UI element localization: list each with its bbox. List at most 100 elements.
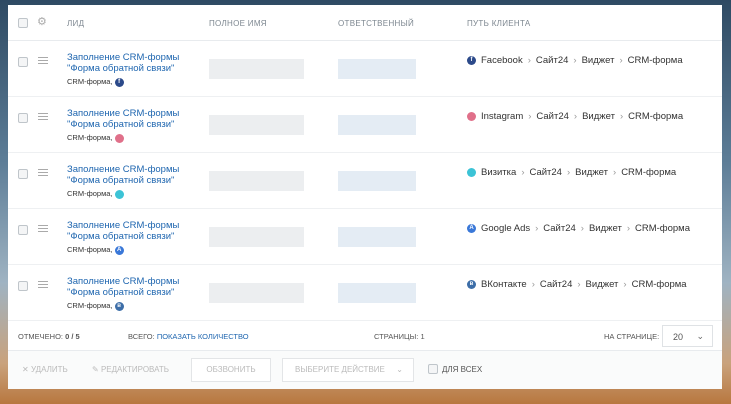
table-row[interactable]: Заполнение CRM-формы "Форма обратной связ… <box>8 97 722 153</box>
channel-icon <box>467 168 476 177</box>
show-count-link[interactable]: ПОКАЗАТЬ КОЛИЧЕСТВО <box>157 332 249 341</box>
gear-icon[interactable]: ⚙ <box>37 15 47 28</box>
for-all-checkbox[interactable] <box>428 364 438 374</box>
lead-title-line1: Заполнение CRM-формы <box>67 276 180 287</box>
chevron-right-icon: › <box>573 55 577 66</box>
column-lead[interactable]: ЛИД <box>67 19 84 28</box>
client-path: f Facebook › Сайт24 › Виджет › CRM-форма <box>467 55 683 66</box>
grid-footer: ОТМЕЧЕНО: 0 / 5 ВСЕГО: ПОКАЗАТЬ КОЛИЧЕСТ… <box>8 318 722 351</box>
chevron-right-icon: › <box>531 279 535 290</box>
row-menu-icon[interactable] <box>38 281 48 288</box>
select-all-checkbox[interactable] <box>18 18 28 28</box>
responsible-redacted <box>338 283 416 303</box>
full-name-redacted <box>209 115 304 135</box>
grid-header: ⚙ ЛИД ПОЛНОЕ ИМЯ ОТВЕТСТВЕННЫЙ ПУТЬ КЛИЕ… <box>8 5 722 41</box>
lead-source: CRM-форма, A <box>67 244 179 255</box>
path-step: Сайт24 <box>529 167 562 178</box>
row-menu-icon[interactable] <box>38 169 48 176</box>
table-row[interactable]: Заполнение CRM-формы "Форма обратной связ… <box>8 209 722 265</box>
per-page-select[interactable]: 20 ⌄ <box>662 325 713 347</box>
path-step: Виджет <box>582 111 615 122</box>
path-step: CRM-форма <box>635 223 690 234</box>
channel-icon: в <box>114 301 124 311</box>
chevron-right-icon: › <box>619 55 623 66</box>
channel-icon: A <box>467 224 476 233</box>
path-channel: Google Ads <box>481 223 531 234</box>
client-path: Instagram › Сайт24 › Виджет › CRM-форма <box>467 111 683 122</box>
path-step: Сайт24 <box>539 279 573 290</box>
lead-title-link[interactable]: Заполнение CRM-формы "Форма обратной связ… <box>67 276 179 311</box>
channel-icon: f <box>467 56 476 65</box>
table-row[interactable]: Заполнение CRM-формы "Форма обратной связ… <box>8 41 722 97</box>
chevron-right-icon: › <box>566 167 571 178</box>
lead-title-link[interactable]: Заполнение CRM-формы "Форма обратной связ… <box>67 52 179 87</box>
call-button[interactable]: ОБЗВОНИТЬ <box>191 358 271 382</box>
leads-grid: ⚙ ЛИД ПОЛНОЕ ИМЯ ОТВЕТСТВЕННЫЙ ПУТЬ КЛИЕ… <box>8 5 722 389</box>
chevron-right-icon: › <box>527 55 531 66</box>
channel-icon <box>114 189 124 199</box>
row-checkbox[interactable] <box>18 281 28 291</box>
action-bar: ✕ УДАЛИТЬ ✎ РЕДАКТИРОВАТЬ ОБЗВОНИТЬ ВЫБЕ… <box>8 351 722 389</box>
row-menu-icon[interactable] <box>38 57 48 64</box>
client-path: Визитка › Сайт24 › Виджет › CRM-форма <box>467 167 676 178</box>
lead-title-line1: Заполнение CRM-формы <box>67 220 180 231</box>
lead-title-line2: "Форма обратной связи" <box>67 119 175 130</box>
column-responsible[interactable]: ОТВЕТСТВЕННЫЙ <box>338 19 414 28</box>
path-channel: Instagram <box>481 111 524 122</box>
path-step: CRM-форма <box>631 279 687 290</box>
edit-button[interactable]: ✎ РЕДАКТИРОВАТЬ <box>92 365 169 374</box>
chevron-right-icon: › <box>521 167 525 178</box>
chevron-right-icon: › <box>623 279 627 290</box>
path-step: Виджет <box>581 55 615 66</box>
client-path: в ВКонтакте › Сайт24 › Виджет › CRM-форма <box>467 279 687 290</box>
client-path: A Google Ads › Сайт24 › Виджет › CRM-форма <box>467 223 690 234</box>
row-checkbox[interactable] <box>18 169 28 179</box>
full-name-redacted <box>209 227 304 247</box>
responsible-redacted <box>338 171 416 191</box>
row-checkbox[interactable] <box>18 57 28 67</box>
total: ВСЕГО: ПОКАЗАТЬ КОЛИЧЕСТВО <box>128 332 249 341</box>
path-channel: ВКонтакте <box>481 279 527 290</box>
chevron-down-icon: ⌄ <box>396 365 403 374</box>
chevron-right-icon: › <box>626 223 630 234</box>
chevron-right-icon: › <box>528 111 532 122</box>
channel-icon: A <box>114 245 124 255</box>
path-channel: Facebook <box>481 55 523 66</box>
delete-button[interactable]: ✕ УДАЛИТЬ <box>22 365 68 374</box>
per-page-label: НА СТРАНИЦЕ: <box>604 332 660 341</box>
path-step: CRM-форма <box>621 167 677 178</box>
lead-source: CRM-форма, <box>67 188 179 199</box>
path-step: Сайт24 <box>543 223 576 234</box>
row-menu-icon[interactable] <box>38 113 48 120</box>
checked-count: ОТМЕЧЕНО: 0 / 5 <box>18 332 80 341</box>
path-step: CRM-форма <box>628 111 684 122</box>
table-row[interactable]: Заполнение CRM-формы "Форма обратной связ… <box>8 265 722 321</box>
lead-title-line1: Заполнение CRM-формы <box>67 108 180 119</box>
lead-title-line2: "Форма обратной связи" <box>67 231 175 242</box>
column-path[interactable]: ПУТЬ КЛИЕНТА <box>467 19 531 28</box>
full-name-redacted <box>209 171 304 191</box>
path-step: Сайт24 <box>535 55 569 66</box>
lead-title-link[interactable]: Заполнение CRM-формы "Форма обратной связ… <box>67 164 179 199</box>
path-channel: Визитка <box>481 167 517 178</box>
lead-title-link[interactable]: Заполнение CRM-формы "Форма обратной связ… <box>67 220 179 255</box>
pencil-icon: ✎ <box>92 365 99 374</box>
close-icon: ✕ <box>22 365 29 374</box>
column-full-name[interactable]: ПОЛНОЕ ИМЯ <box>209 19 267 28</box>
lead-source: CRM-форма, в <box>67 300 179 311</box>
lead-title-link[interactable]: Заполнение CRM-формы "Форма обратной связ… <box>67 108 179 143</box>
action-select[interactable]: ВЫБЕРИТЕ ДЕЙСТВИЕ ⌄ <box>282 358 414 382</box>
for-all-label: ДЛЯ ВСЕХ <box>442 365 483 374</box>
responsible-redacted <box>338 227 416 247</box>
responsible-redacted <box>338 59 416 79</box>
chevron-right-icon: › <box>535 223 539 234</box>
row-checkbox[interactable] <box>18 225 28 235</box>
row-checkbox[interactable] <box>18 113 28 123</box>
chevron-right-icon: › <box>577 279 581 290</box>
table-row[interactable]: Заполнение CRM-формы "Форма обратной связ… <box>8 153 722 209</box>
row-menu-icon[interactable] <box>38 225 48 232</box>
full-name-redacted <box>209 59 304 79</box>
chevron-down-icon: ⌄ <box>696 331 704 341</box>
chevron-right-icon: › <box>580 223 584 234</box>
channel-icon: в <box>467 280 476 289</box>
